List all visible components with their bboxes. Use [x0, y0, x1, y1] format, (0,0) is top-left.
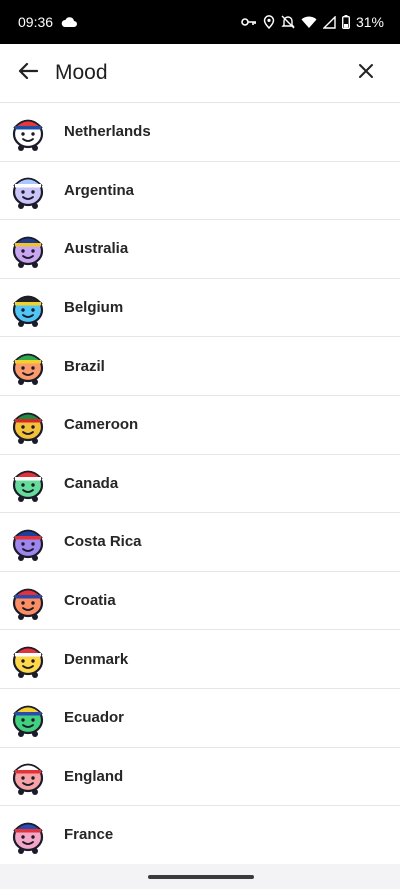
australia-mood-icon [9, 229, 47, 269]
mood-list-item[interactable]: Croatia [0, 571, 400, 631]
mood-label: Australia [64, 240, 129, 258]
mute-icon [281, 15, 295, 29]
mood-list-item[interactable]: Cameroon [0, 395, 400, 455]
status-left: 09:36 [18, 14, 78, 30]
croatia-mood-icon [9, 581, 47, 621]
mood-label: Brazil [64, 357, 105, 375]
mood-label: France [64, 826, 114, 844]
app-bar: Mood [0, 44, 400, 102]
mood-label: Denmark [64, 650, 129, 668]
mood-label: Canada [64, 474, 119, 492]
belgium-mood-icon [9, 288, 47, 328]
mood-label: Costa Rica [64, 533, 142, 551]
battery-icon [341, 15, 350, 29]
status-right: 31% [241, 14, 384, 30]
mood-label: Cameroon [64, 416, 139, 434]
close-button[interactable] [340, 47, 392, 99]
home-gesture-handle[interactable] [148, 875, 254, 879]
cloud-icon [61, 16, 78, 28]
back-arrow-icon [18, 62, 39, 85]
navigation-bar [0, 864, 400, 889]
canada-mood-icon [9, 463, 47, 503]
page-title: Mood [55, 61, 108, 84]
cameroon-mood-icon [9, 405, 47, 445]
costa-rica-mood-icon [9, 522, 47, 562]
mood-label: Argentina [64, 181, 135, 199]
mood-list-item[interactable]: Canada [0, 454, 400, 514]
mood-label: Netherlands [64, 123, 151, 141]
location-icon [263, 15, 275, 29]
denmark-mood-icon [9, 639, 47, 679]
ecuador-mood-icon [9, 698, 47, 738]
mood-list-item[interactable]: Netherlands [0, 103, 400, 162]
mood-list-item[interactable]: Denmark [0, 630, 400, 689]
mood-list-item[interactable]: England [0, 747, 400, 807]
mood-list-item[interactable]: Australia [0, 220, 400, 279]
mood-label: Ecuador [64, 709, 125, 727]
wifi-icon [301, 16, 317, 29]
netherlands-mood-icon [9, 112, 47, 152]
mood-list-item[interactable]: France [0, 806, 400, 864]
brazil-mood-icon [9, 346, 47, 386]
argentina-mood-icon [9, 170, 47, 210]
back-button[interactable] [2, 47, 54, 99]
mood-list-item[interactable]: Belgium [0, 278, 400, 338]
close-icon [358, 63, 374, 84]
mood-list[interactable]: Netherlands Argentina Australia Belgium Braz… [0, 102, 400, 864]
mood-list-item[interactable]: Brazil [0, 337, 400, 396]
status-time: 09:36 [18, 14, 54, 30]
mood-list-item[interactable]: Argentina [0, 161, 400, 221]
france-mood-icon [9, 815, 47, 855]
mood-list-item[interactable]: Costa Rica [0, 513, 400, 572]
mood-list-item[interactable]: Ecuador [0, 688, 400, 748]
battery-percent: 31% [355, 14, 384, 30]
key-icon [241, 16, 257, 28]
mood-label: Belgium [64, 299, 124, 317]
mood-label: Croatia [64, 592, 116, 610]
mood-label: England [64, 767, 124, 785]
signal-icon [322, 15, 336, 29]
status-bar: 09:36 31% [0, 0, 400, 44]
england-mood-icon [9, 756, 47, 796]
